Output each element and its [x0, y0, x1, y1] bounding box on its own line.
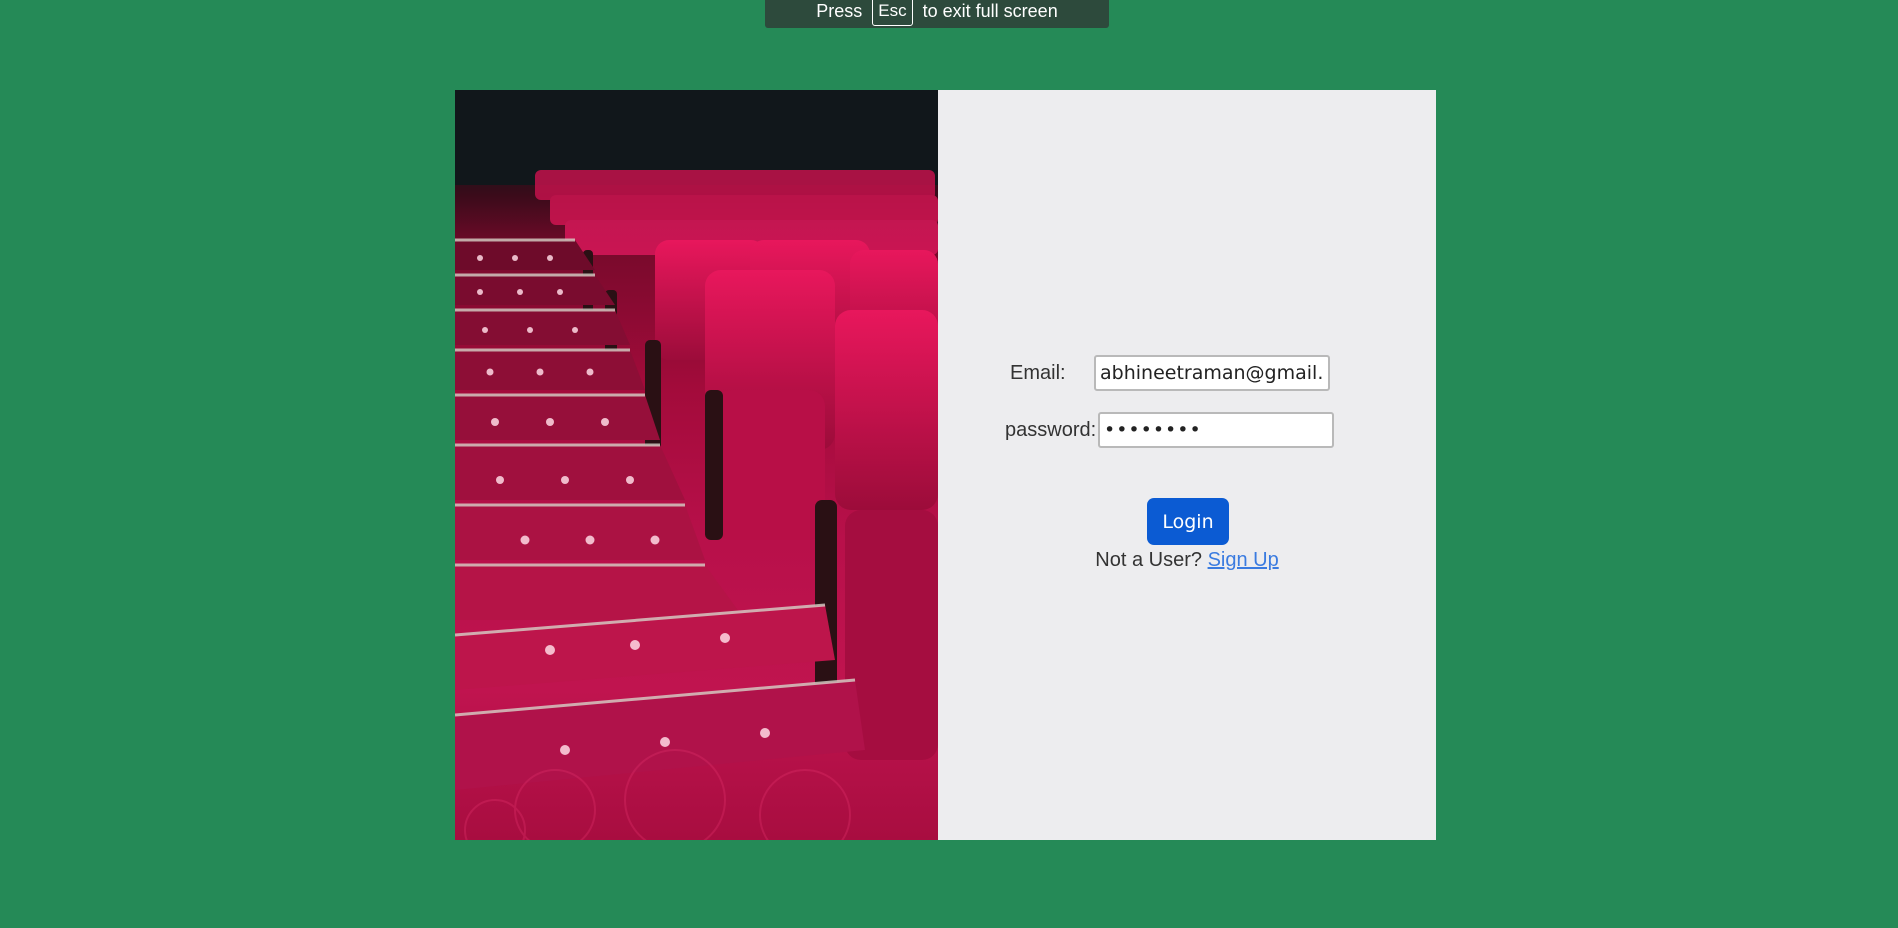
signup-prompt-text: Not a User? [1095, 549, 1202, 571]
esc-key-badge: Esc [872, 0, 913, 26]
fullscreen-notice: Press Esc to exit full screen [765, 0, 1109, 28]
cinema-illustration [455, 90, 938, 840]
password-input[interactable] [1098, 412, 1334, 448]
login-card: Email: password: Login Not a User? Sign … [455, 90, 1436, 840]
password-label: password: [1005, 419, 1097, 441]
email-input[interactable] [1094, 355, 1330, 391]
login-form-panel: Email: password: Login Not a User? Sign … [938, 90, 1436, 840]
fullscreen-notice-prefix: Press [816, 0, 863, 21]
signup-prompt: Not a User? Sign Up [938, 549, 1436, 572]
login-button[interactable]: Login [1147, 498, 1229, 545]
signup-link[interactable]: Sign Up [1208, 549, 1279, 571]
cinema-seats-photo [455, 90, 938, 840]
fullscreen-notice-suffix: to exit full screen [922, 0, 1058, 21]
email-label: Email: [1010, 362, 1066, 384]
